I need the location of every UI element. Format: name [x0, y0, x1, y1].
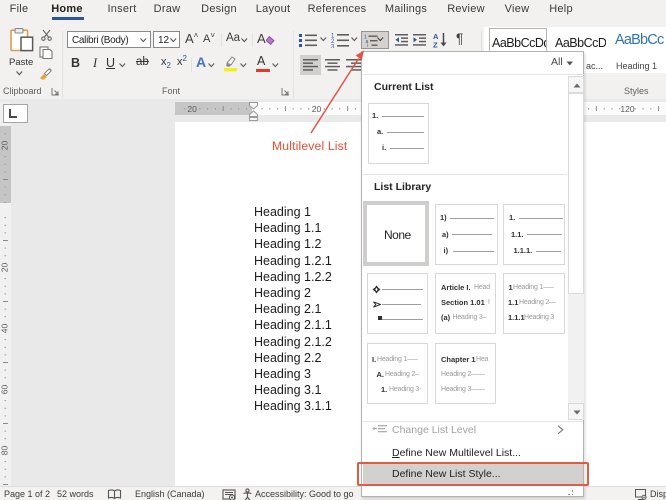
svg-text:60: 60	[0, 385, 10, 395]
svg-text:40: 40	[0, 324, 10, 334]
svg-text:80: 80	[0, 446, 10, 456]
svg-text:20: 20	[0, 263, 10, 273]
svg-text:i: i	[367, 44, 368, 48]
svg-text:Z: Z	[433, 41, 438, 49]
svg-text:3: 3	[331, 45, 335, 49]
svg-text:120: 120	[620, 104, 634, 114]
svg-text:20: 20	[187, 104, 197, 114]
svg-text:20: 20	[0, 141, 10, 151]
svg-text:20: 20	[312, 104, 322, 114]
